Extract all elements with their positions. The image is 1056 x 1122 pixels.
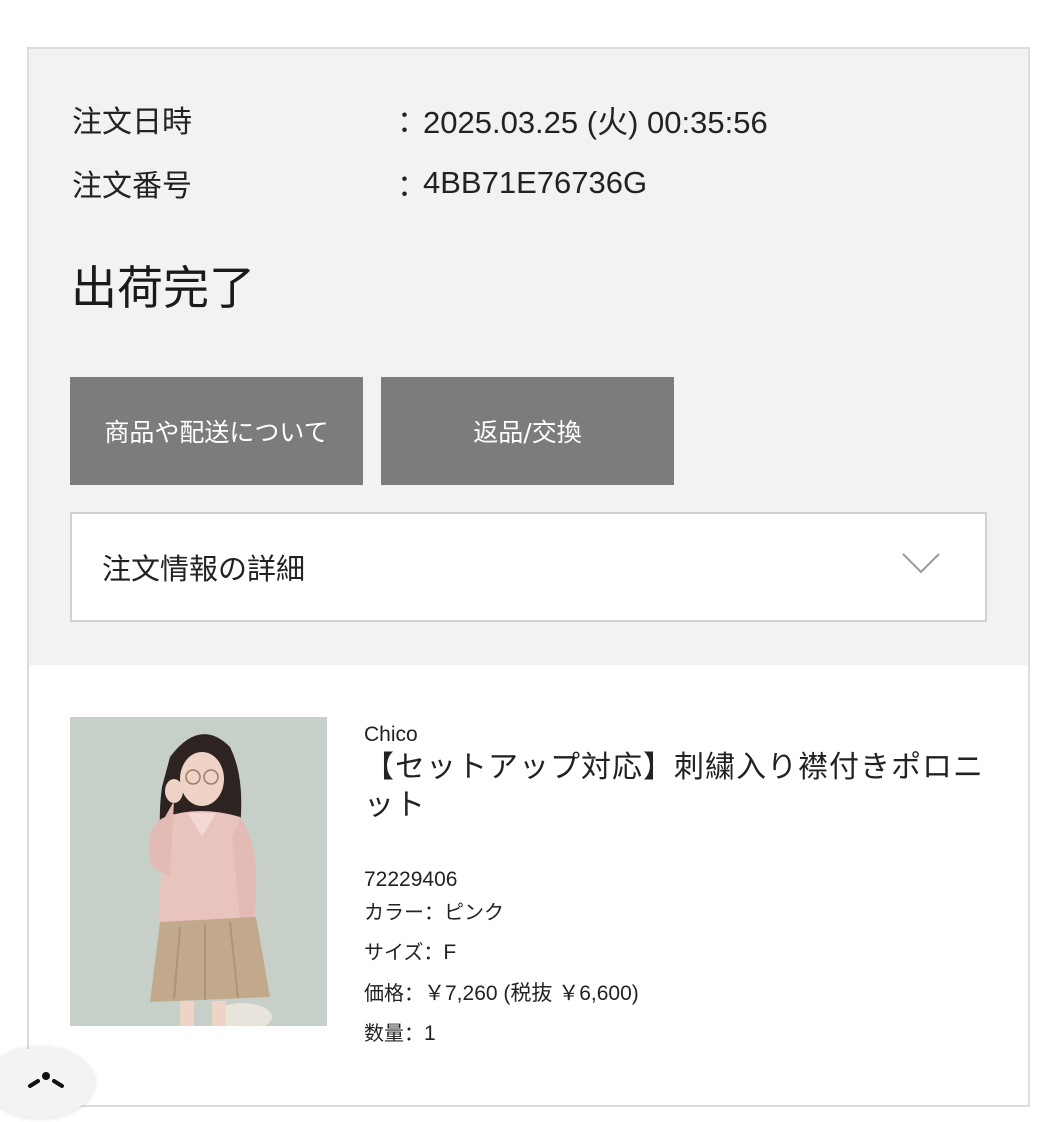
order-number-colon: ： [397,169,427,204]
product-delivery-inquiry-button[interactable]: 商品や配送について [70,377,363,485]
product-info: Chico 【セットアップ対応】刺繍入り襟付きポロニット 72229406 カラ… [364,723,984,1045]
product-qty-label: 数量： [364,1021,424,1045]
order-date-row: 注文日時 ： 2025.03.25 (火) 00:35:56 [72,97,768,141]
chevron-down-icon[interactable] [901,548,941,578]
chat-support-button[interactable] [0,1048,94,1118]
order-details-label: 注文情報の詳細 [102,552,306,586]
product-size: サイズ：F [364,936,456,965]
product-size-label: サイズ： [364,940,444,964]
product-price-label: 価格： [364,981,424,1005]
product-quantity: 数量：1 [364,1017,436,1046]
return-exchange-button[interactable]: 返品/交換 [381,377,674,485]
order-number-row: 注文番号 ： 4BB71E76736G [72,161,647,205]
order-details-accordion[interactable]: 注文情報の詳細 [70,512,987,622]
product-color-value: ピンク [444,900,504,924]
order-number-label: 注文番号 [72,169,192,204]
product-color-label: カラー： [364,900,444,924]
product-price: 価格：￥7,260 (税抜 ￥6,600) [364,977,639,1007]
product-brand: Chico [364,723,418,746]
product-qty-value: 1 [424,1022,436,1045]
product-photo [70,717,327,1026]
product-color: カラー：ピンク [364,896,504,925]
product-size-value: F [443,941,457,964]
order-card: 注文日時 ： 2025.03.25 (火) 00:35:56 注文番号 ： 4B… [27,47,1030,1107]
product-thumbnail[interactable] [70,717,327,1026]
order-date-label: 注文日時 [72,105,192,140]
chat-icon [28,1072,64,1088]
order-status-title: 出荷完了 [71,261,255,315]
product-price-value: ￥7,260 (税抜 ￥6,600) [424,982,639,1005]
product-code: 72229406 [364,868,458,891]
product-name[interactable]: 【セットアップ対応】刺繍入り襟付きポロニット [364,749,984,825]
order-summary-panel: 注文日時 ： 2025.03.25 (火) 00:35:56 注文番号 ： 4B… [29,49,1028,665]
order-date-colon: ： [397,105,427,140]
order-number-value: 4BB71E76736G [423,165,648,200]
order-date-value: 2025.03.25 (火) 00:35:56 [423,104,768,140]
